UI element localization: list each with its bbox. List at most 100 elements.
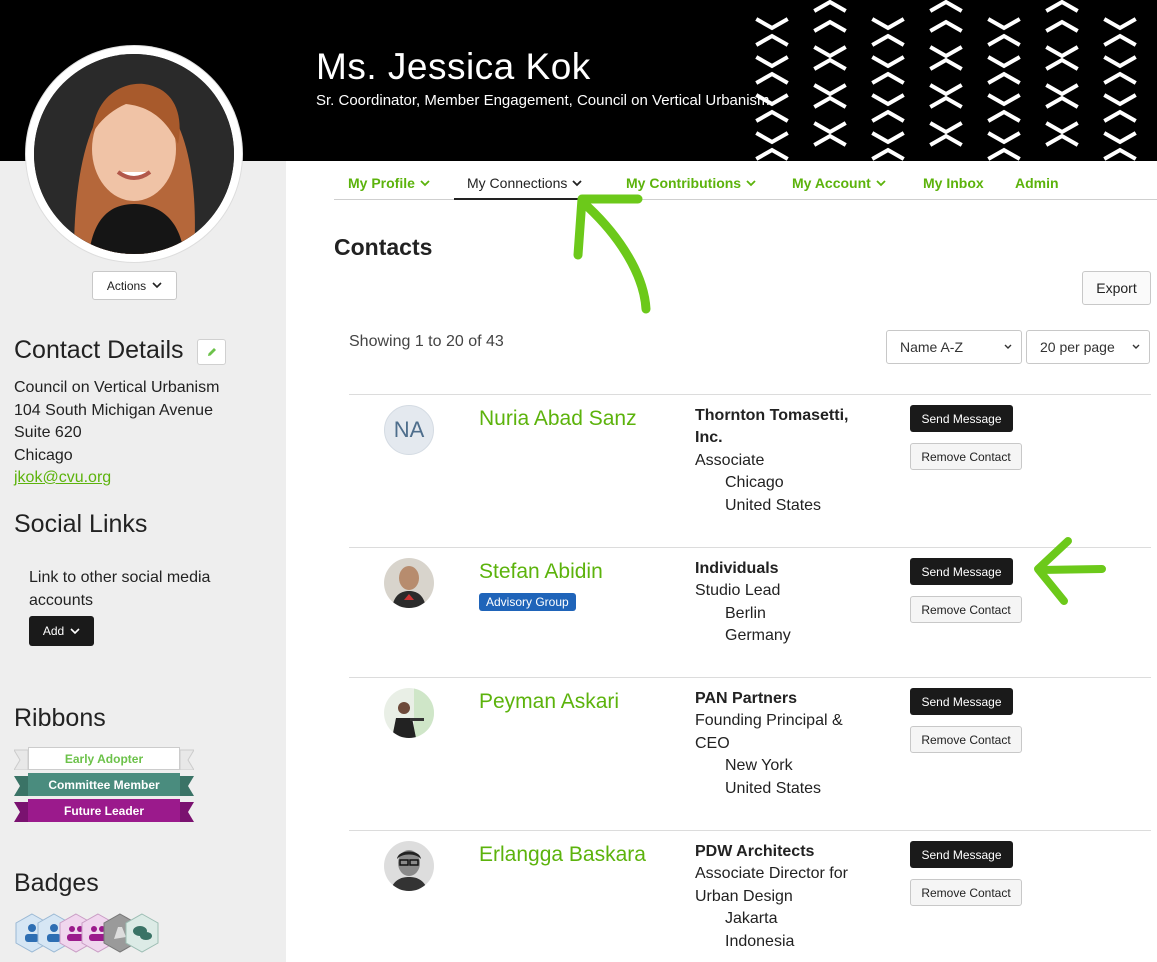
nav-label: My Connections — [467, 175, 568, 191]
contact-name-link[interactable]: Erlangga Baskara — [479, 843, 646, 867]
remove-contact-button[interactable]: Remove Contact — [910, 596, 1022, 623]
contact-details-heading: Contact Details — [14, 336, 184, 364]
ribbon-future-leader: Future Leader — [14, 799, 194, 822]
nav-label: My Profile — [348, 175, 415, 191]
contact-avatar[interactable] — [384, 558, 434, 608]
profile-name: Ms. Jessica Kok — [316, 46, 591, 87]
contact-org: Thornton Tomasetti, Inc. — [695, 407, 849, 447]
actions-dropdown-button[interactable]: Actions — [92, 271, 177, 300]
remove-contact-button[interactable]: Remove Contact — [910, 443, 1022, 470]
ribbons-heading: Ribbons — [14, 704, 106, 732]
annotation-arrow-up-left-icon — [573, 194, 651, 314]
contact-row: Stefan Abidin Advisory Group Individuals… — [349, 547, 1151, 677]
contact-org: PDW Architects — [695, 843, 815, 860]
contact-address: Council on Vertical Urbanism 104 South M… — [14, 377, 219, 490]
badges-heading: Badges — [14, 869, 99, 897]
contact-row: Peyman Askari PAN Partners Founding Prin… — [349, 677, 1151, 830]
nav-my-inbox[interactable]: My Inbox — [923, 175, 984, 191]
send-message-button[interactable]: Send Message — [910, 688, 1013, 715]
advisory-group-badge: Advisory Group — [479, 593, 576, 611]
actions-label: Actions — [106, 278, 147, 293]
contact-country: United States — [725, 779, 822, 797]
address-org: Council on Vertical Urbanism — [14, 379, 220, 396]
chevron-down-icon — [572, 179, 583, 186]
chevron-down-icon — [70, 627, 80, 634]
nav-admin[interactable]: Admin — [1015, 175, 1059, 191]
contact-city: Chicago — [725, 474, 784, 492]
contact-country: Germany — [725, 627, 791, 645]
contact-role: Associate Director for Urban Design — [695, 865, 848, 905]
send-message-button[interactable]: Send Message — [910, 558, 1013, 585]
contact-info: Thornton Tomasetti, Inc. Associate Chica… — [695, 405, 875, 517]
contact-avatar[interactable] — [384, 841, 434, 891]
chevron-down-icon — [746, 179, 756, 186]
add-label: Add — [42, 624, 65, 638]
sort-selected: Name A-Z — [900, 339, 964, 355]
per-page-selected: 20 per page — [1040, 339, 1115, 355]
contact-name-link[interactable]: Stefan Abidin — [479, 560, 603, 584]
contact-role: Associate — [695, 451, 765, 469]
chevron-pattern-decoration — [755, 0, 1137, 161]
nav-label: My Account — [792, 175, 871, 191]
contact-row: Erlangga Baskara PDW Architects Associat… — [349, 830, 1151, 962]
nav-my-account[interactable]: My Account — [792, 175, 886, 191]
profile-nav: My Profile My Connections My Contributio… — [334, 161, 1157, 200]
address-suite: Suite 620 — [14, 424, 82, 441]
email-link[interactable]: jkok@cvu.org — [14, 469, 111, 486]
profile-avatar — [26, 46, 242, 262]
contact-role: Studio Lead — [695, 582, 781, 600]
contact-city: Berlin — [725, 604, 766, 622]
ribbon-label: Committee Member — [28, 773, 180, 796]
nav-label: My Contributions — [626, 175, 742, 191]
contact-avatar[interactable] — [384, 688, 434, 738]
chevron-down-icon — [420, 179, 430, 186]
address-city: Chicago — [14, 446, 73, 464]
nav-label: Admin — [1015, 175, 1059, 191]
sort-select[interactable]: Name A-Z — [886, 330, 1022, 364]
chevron-down-icon — [1132, 344, 1140, 349]
social-links-text: Link to other social media accounts — [29, 569, 211, 609]
contact-org: PAN Partners — [695, 690, 797, 707]
contact-row: NA Nuria Abad Sanz Thornton Tomasetti, I… — [349, 394, 1151, 547]
contact-name-link[interactable]: Nuria Abad Sanz — [479, 407, 637, 431]
per-page-select[interactable]: 20 per page — [1026, 330, 1150, 364]
contacts-heading: Contacts — [334, 234, 433, 260]
ribbon-committee-member: Committee Member — [14, 773, 194, 796]
send-message-button[interactable]: Send Message — [910, 405, 1013, 432]
address-street: 104 South Michigan Avenue — [14, 401, 213, 419]
ribbon-early-adopter: Early Adopter — [14, 747, 194, 770]
nav-my-contributions[interactable]: My Contributions — [626, 175, 756, 191]
ribbon-label: Early Adopter — [28, 747, 180, 770]
profile-photo — [34, 54, 234, 254]
contact-country: Indonesia — [725, 932, 795, 950]
contact-city: Jakarta — [725, 910, 778, 928]
chevron-down-icon — [152, 282, 162, 289]
profile-title: Sr. Coordinator, Member Engagement, Coun… — [316, 92, 770, 109]
edit-contact-details-button[interactable] — [197, 339, 226, 365]
nav-my-profile[interactable]: My Profile — [348, 175, 430, 191]
chevron-down-icon — [1004, 344, 1012, 349]
badges-list — [14, 913, 174, 953]
chevron-down-icon — [876, 179, 886, 186]
contact-info: Individuals Studio Lead Berlin Germany — [695, 558, 875, 648]
contact-role: Founding Principal & CEO — [695, 712, 843, 752]
ribbon-label: Future Leader — [28, 799, 180, 822]
results-count: Showing 1 to 20 of 43 — [349, 333, 504, 350]
nav-label: My Inbox — [923, 175, 984, 191]
contact-info: PDW Architects Associate Director for Ur… — [695, 841, 875, 953]
active-tab-underline — [454, 198, 596, 200]
remove-contact-button[interactable]: Remove Contact — [910, 879, 1022, 906]
remove-contact-button[interactable]: Remove Contact — [910, 726, 1022, 753]
contact-avatar-initials[interactable]: NA — [384, 405, 434, 455]
pencil-icon — [207, 348, 216, 356]
send-message-button[interactable]: Send Message — [910, 841, 1013, 868]
contact-info: PAN Partners Founding Principal & CEO Ne… — [695, 688, 875, 800]
export-button[interactable]: Export — [1082, 271, 1151, 305]
contact-country: United States — [725, 496, 822, 514]
contact-name-link[interactable]: Peyman Askari — [479, 690, 619, 714]
contact-org: Individuals — [695, 560, 779, 577]
add-social-link-button[interactable]: Add — [29, 616, 94, 646]
nav-my-connections[interactable]: My Connections — [467, 175, 583, 191]
contact-city: New York — [725, 757, 793, 775]
social-links-heading: Social Links — [14, 510, 148, 538]
